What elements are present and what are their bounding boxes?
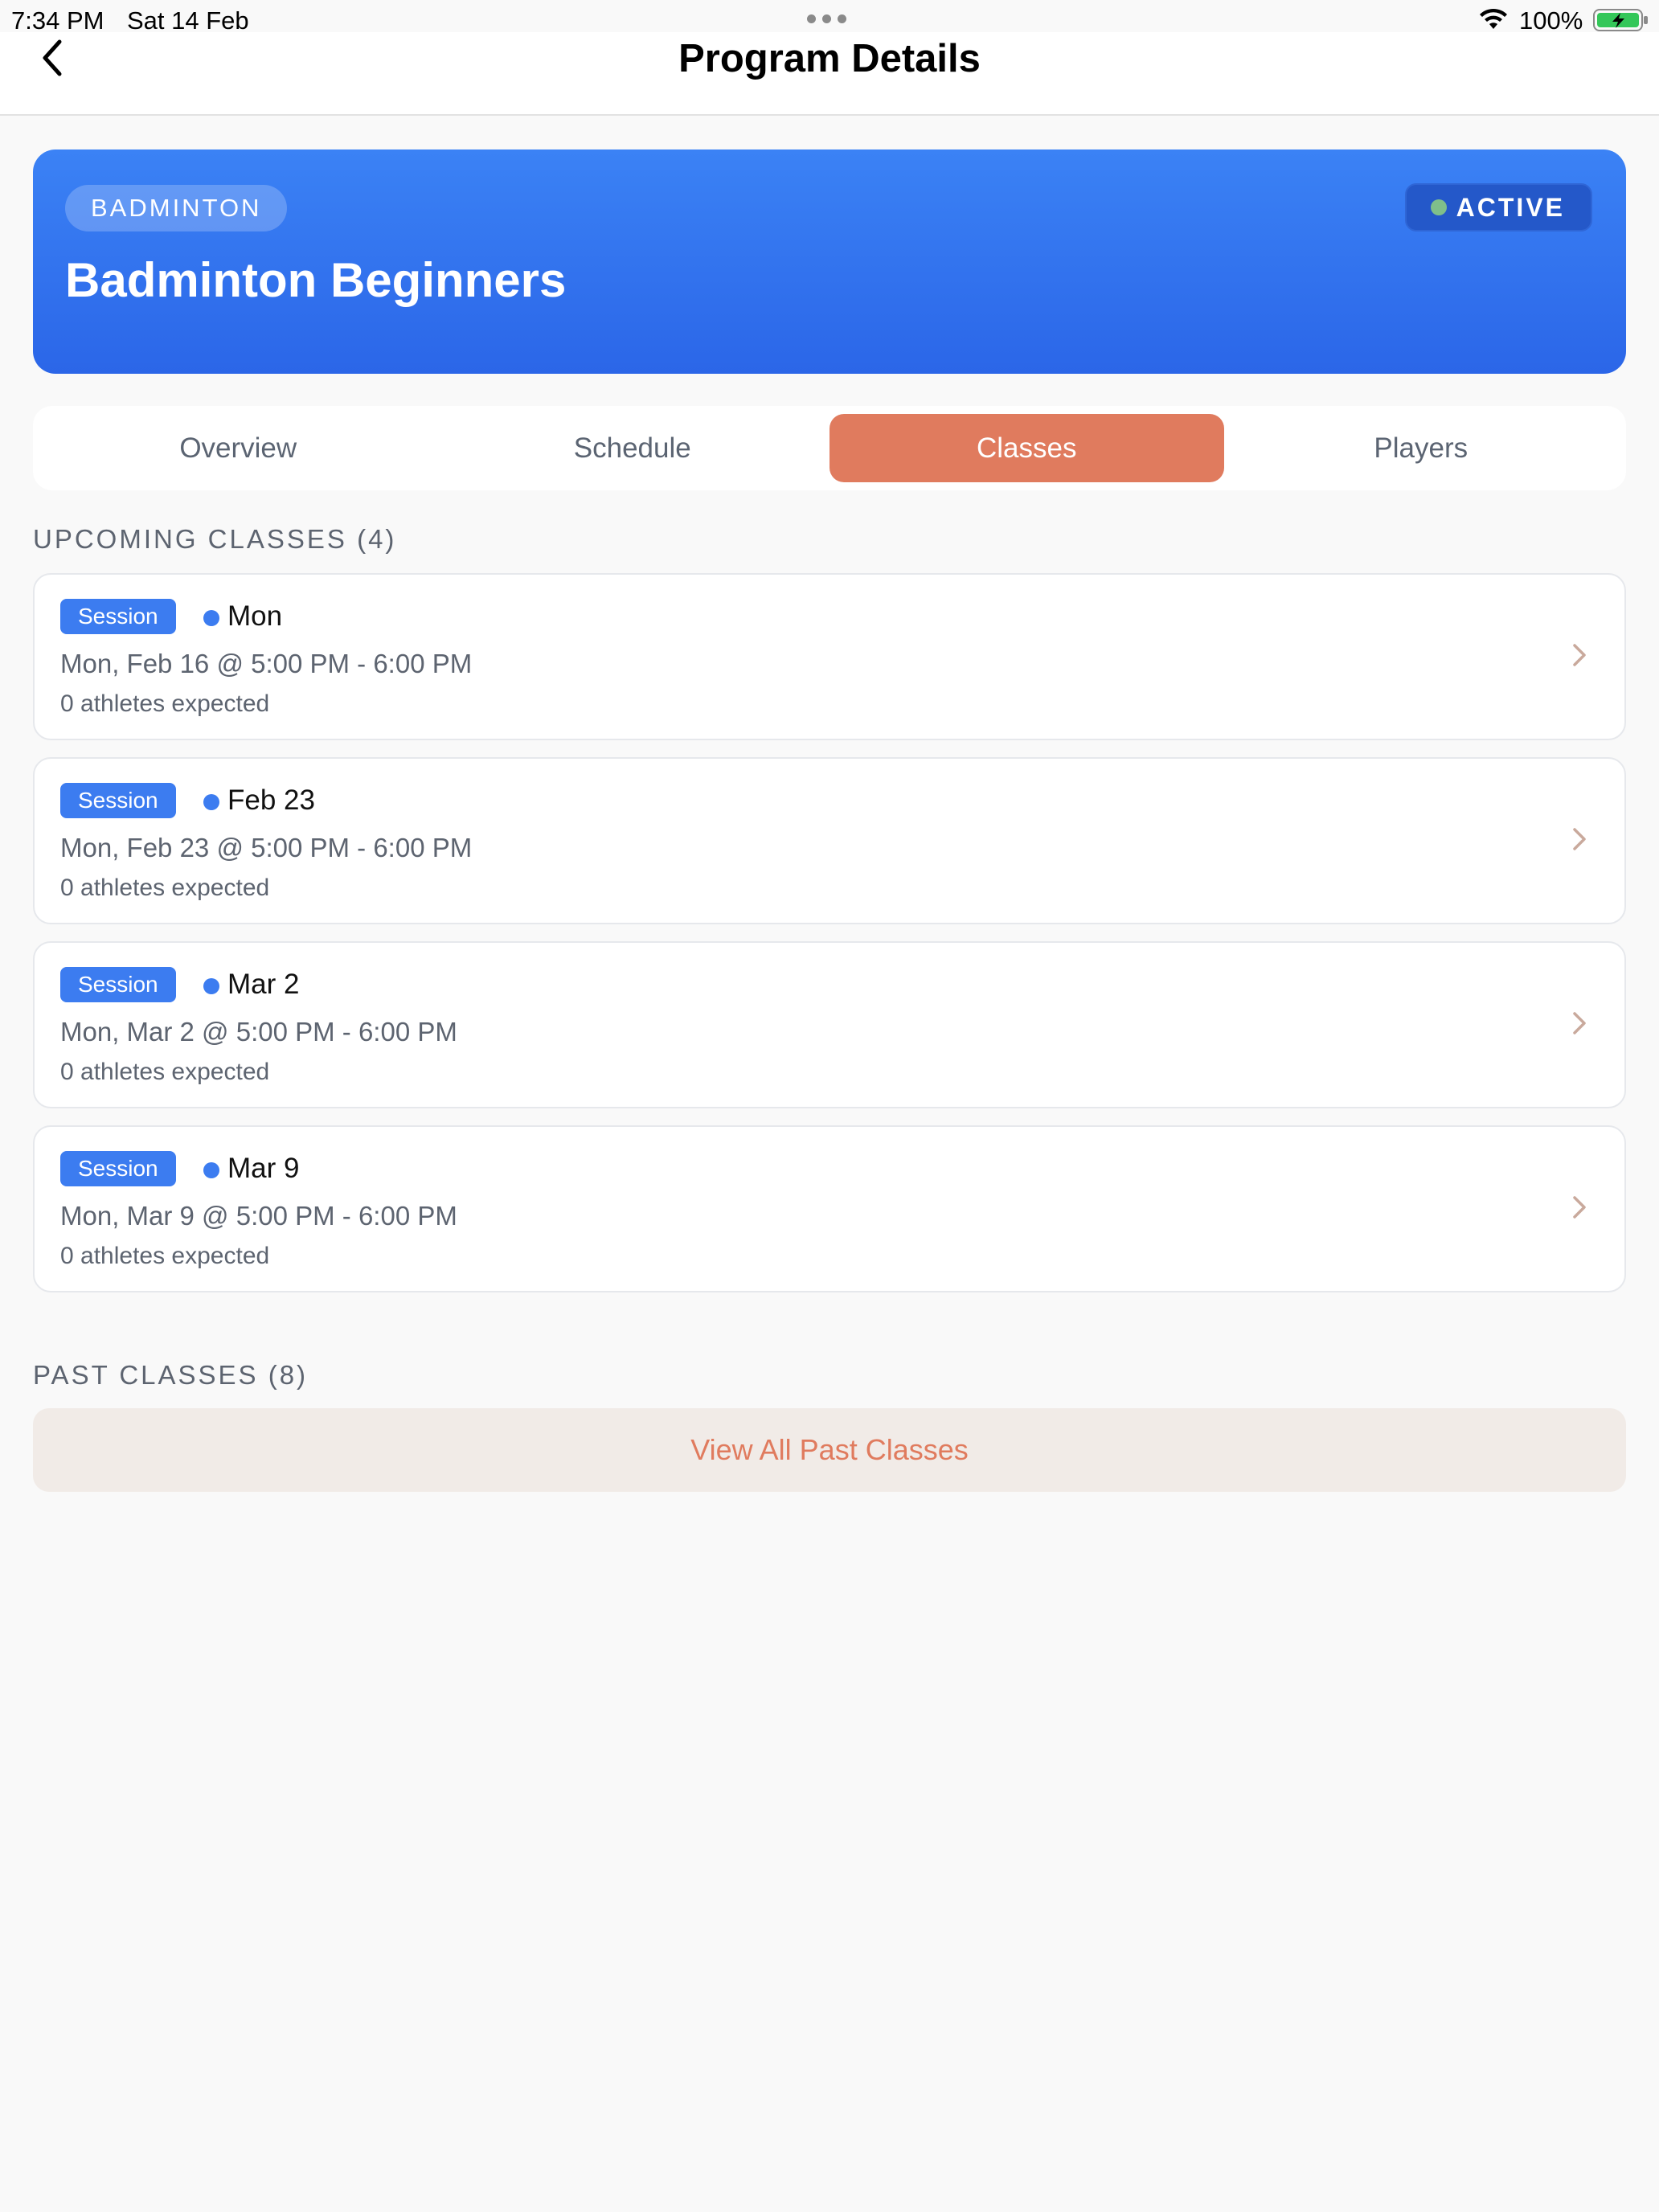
- chevron-right-icon: [1573, 1012, 1586, 1034]
- view-all-past-classes-button[interactable]: View All Past Classes: [33, 1408, 1626, 1492]
- dot-icon: [203, 1162, 219, 1178]
- class-day: Mon: [227, 600, 283, 632]
- class-athlete-count: 0 athletes expected: [60, 690, 270, 717]
- class-athlete-count: 0 athletes expected: [60, 875, 270, 901]
- battery-percent: 100%: [1519, 6, 1583, 35]
- chevron-right-icon: [1573, 828, 1586, 850]
- program-name: Badminton Beginners: [65, 253, 567, 307]
- past-classes-header: PAST CLASSES (8): [33, 1360, 309, 1390]
- tab-schedule[interactable]: Schedule: [436, 414, 830, 482]
- wifi-icon: [1480, 8, 1507, 29]
- class-day: Mar 9: [227, 1153, 300, 1184]
- status-dot-icon: [1430, 199, 1447, 215]
- chevron-right-icon: [1573, 1196, 1586, 1219]
- upcoming-classes-header: UPCOMING CLASSES (4): [33, 524, 397, 554]
- segmented-tabs: Overview Schedule Classes Players: [33, 406, 1626, 490]
- session-badge: Session: [60, 599, 176, 634]
- chevron-right-icon: [1573, 644, 1586, 666]
- class-day: Feb 23: [227, 784, 315, 816]
- class-card[interactable]: Session Mar 2 Mon, Mar 2 @ 5:00 PM - 6:0…: [33, 941, 1626, 1108]
- navigation-bar: Program Details: [0, 32, 1659, 116]
- class-day: Mar 2: [227, 969, 300, 1000]
- multitasking-dots-icon[interactable]: [807, 14, 846, 23]
- status-date: Sat 14 Feb: [127, 6, 249, 35]
- page-title: Program Details: [678, 37, 981, 80]
- class-datetime: Mon, Mar 2 @ 5:00 PM - 6:00 PM: [60, 1017, 457, 1047]
- program-header-card: BADMINTON ACTIVE Badminton Beginners: [33, 150, 1626, 374]
- status-label: ACTIVE: [1456, 193, 1565, 222]
- dot-icon: [203, 978, 219, 994]
- class-card[interactable]: Session Mar 9 Mon, Mar 9 @ 5:00 PM - 6:0…: [33, 1125, 1626, 1292]
- class-datetime: Mon, Feb 23 @ 5:00 PM - 6:00 PM: [60, 833, 473, 862]
- status-time: 7:34 PM: [11, 6, 104, 35]
- dot-icon: [203, 610, 219, 626]
- sport-badge: BADMINTON: [65, 185, 288, 231]
- status-badge: ACTIVE: [1404, 183, 1592, 231]
- class-athlete-count: 0 athletes expected: [60, 1059, 270, 1085]
- tab-overview[interactable]: Overview: [41, 414, 436, 482]
- class-card[interactable]: Session Mon Mon, Feb 16 @ 5:00 PM - 6:00…: [33, 573, 1626, 740]
- class-athlete-count: 0 athletes expected: [60, 1243, 270, 1269]
- dot-icon: [203, 794, 219, 810]
- battery-charging-icon: [1593, 9, 1648, 31]
- tab-players[interactable]: Players: [1224, 414, 1619, 482]
- class-datetime: Mon, Mar 9 @ 5:00 PM - 6:00 PM: [60, 1201, 457, 1231]
- session-badge: Session: [60, 1151, 176, 1186]
- session-badge: Session: [60, 783, 176, 818]
- class-datetime: Mon, Feb 16 @ 5:00 PM - 6:00 PM: [60, 649, 473, 678]
- class-card[interactable]: Session Feb 23 Mon, Feb 23 @ 5:00 PM - 6…: [33, 757, 1626, 924]
- session-badge: Session: [60, 967, 176, 1002]
- tab-classes[interactable]: Classes: [830, 414, 1224, 482]
